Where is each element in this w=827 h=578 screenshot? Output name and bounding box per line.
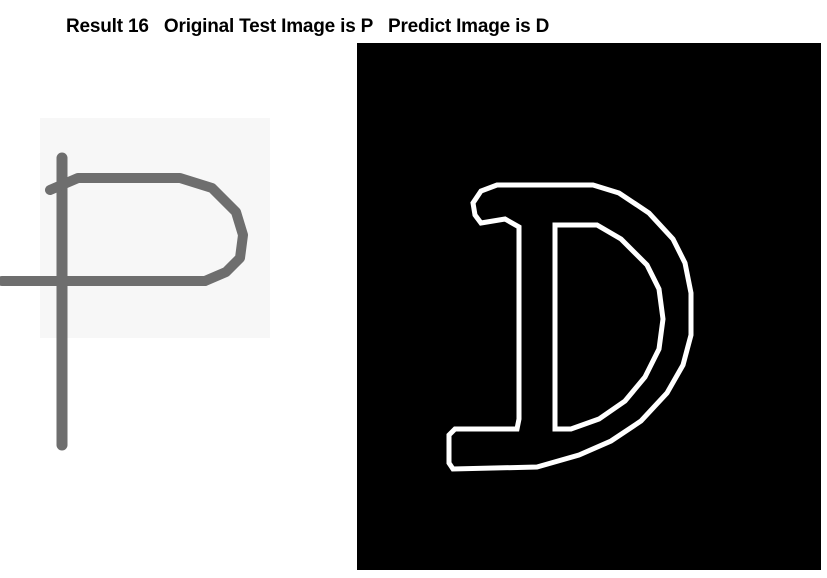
original-test-image: [0, 100, 300, 520]
edge-d-glyph: [446, 182, 694, 472]
handwritten-p-glyph: [0, 118, 270, 451]
figure-title: Result 16 Original Test Image is P Predi…: [66, 16, 550, 37]
predicted-image: [357, 43, 821, 570]
